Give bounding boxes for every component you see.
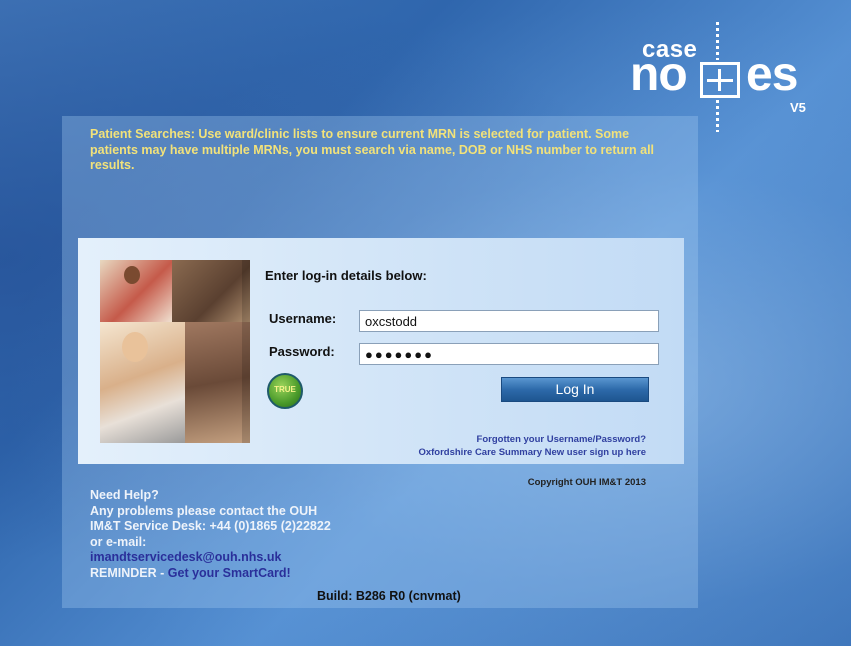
reminder-prefix: REMINDER - [90,565,168,580]
password-label: Password: [269,344,335,359]
help-line-3: or e-mail: [90,534,147,549]
build-info: Build: B286 R0 (cnvmat) [317,589,461,603]
username-label: Username: [269,311,337,326]
username-input[interactable] [359,310,659,332]
signup-link[interactable]: Oxfordshire Care Summary New user sign u… [360,447,646,458]
smartcard-link[interactable]: Get your SmartCard! [168,566,291,580]
password-input[interactable]: ●●●●●●● [359,343,659,365]
forgot-credentials-link[interactable]: Forgotten your Username/Password? [430,434,646,445]
patient-search-notice: Patient Searches: Use ward/clinic lists … [90,127,655,172]
copyright-text: Copyright OUH IM&T 2013 [527,477,646,488]
help-section: Need Help? Any problems please contact t… [90,488,331,581]
help-heading: Need Help? [90,488,159,502]
logo-version: V5 [790,100,806,115]
logo-plus-icon [700,62,740,98]
logo-dots-top [716,22,719,60]
help-email-link[interactable]: imandtservicedesk@ouh.nhs.uk [90,550,331,566]
logo-dots-bottom [716,100,719,132]
login-button[interactable]: Log In [501,377,649,402]
true-badge-icon: TRUE [267,373,303,409]
logo-no-text: no [630,48,688,101]
help-line-2: IM&T Service Desk: +44 (0)1865 (2)22822 [90,519,331,533]
patients-photo-collage [100,260,250,443]
login-title: Enter log-in details below: [265,268,427,283]
help-line-1: Any problems please contact the OUH [90,503,318,518]
logo-es-text: es [746,48,798,101]
